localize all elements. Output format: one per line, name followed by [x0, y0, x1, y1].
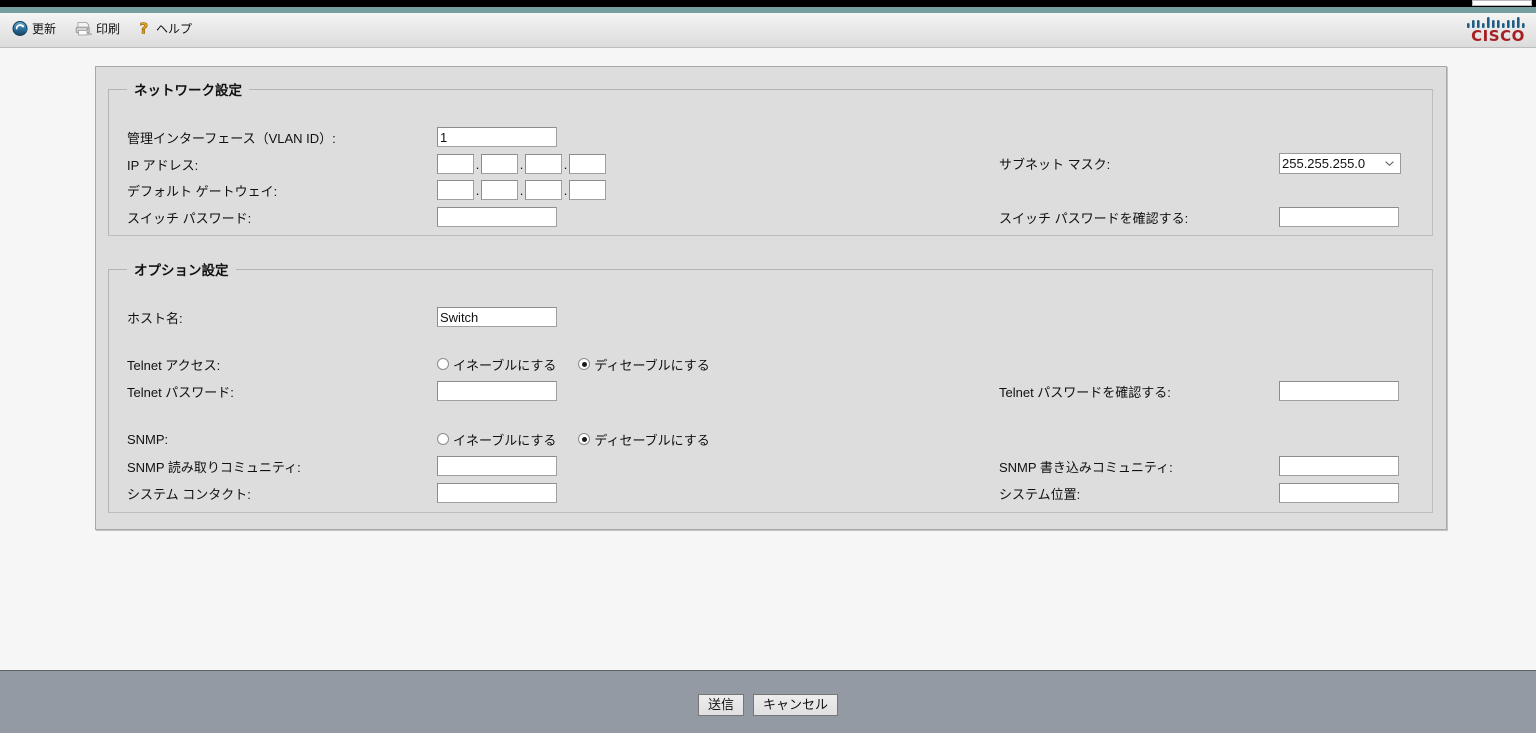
cisco-wordmark: CISCO: [1471, 27, 1525, 45]
ip-octet-1[interactable]: [437, 154, 474, 174]
settings-panel: ネットワーク設定 管理インターフェース（VLAN ID）: IP アドレス: .…: [95, 66, 1447, 530]
snmp-enable-option[interactable]: イネーブルにする: [437, 430, 556, 449]
telnet-access-row: Telnet アクセス: イネーブルにする ディセーブルにする: [127, 354, 710, 374]
telnet-enable-label: イネーブルにする: [453, 357, 557, 373]
ip-separator-2: .: [519, 156, 524, 172]
telnet-password-label: Telnet パスワード:: [127, 384, 234, 400]
telnet-enable-radio[interactable]: [437, 358, 449, 370]
snmp-radio-group: イネーブルにする ディセーブルにする: [437, 430, 710, 449]
snmp-enable-label: イネーブルにする: [453, 432, 557, 448]
refresh-icon: [12, 20, 29, 37]
help-label: ヘルプ: [156, 22, 193, 36]
telnet-password-input[interactable]: [437, 381, 557, 401]
ip-separator-3: .: [563, 156, 568, 172]
help-button[interactable]: ? ヘルプ: [136, 19, 194, 38]
gateway-octet-1[interactable]: [437, 180, 474, 200]
print-icon: [74, 20, 93, 37]
subnet-mask-select-wrap: 255.255.255.0: [1279, 152, 1401, 174]
hostname-input[interactable]: [437, 307, 557, 327]
browser-field-remnant: [1472, 0, 1532, 6]
ip-separator-1: .: [475, 156, 480, 172]
system-location-input[interactable]: [1279, 483, 1399, 503]
refresh-label: 更新: [32, 22, 57, 36]
system-contact-input[interactable]: [437, 483, 557, 503]
gateway-octet-2[interactable]: [481, 180, 518, 200]
help-icon: ?: [138, 19, 153, 38]
switch-password-confirm-input[interactable]: [1279, 207, 1399, 227]
telnet-disable-label: ディセーブルにする: [594, 357, 710, 373]
switch-config-page: 更新 印刷 ? ヘルプ CISCO ネットワーク設定 管理インターフェース（VL…: [0, 0, 1536, 733]
snmp-write-community-input[interactable]: [1279, 456, 1399, 476]
optional-settings-legend: オプション設定: [134, 263, 229, 278]
vlan-id-input[interactable]: [437, 127, 557, 147]
submit-button[interactable]: 送信: [697, 694, 744, 716]
telnet-access-radio-group: イネーブルにする ディセーブルにする: [437, 355, 710, 374]
ip-address-label: IP アドレス:: [127, 157, 199, 173]
subnet-mask-label: サブネット マスク:: [999, 156, 1111, 172]
system-contact-row: システム コンタクト:: [127, 483, 557, 503]
snmp-disable-label: ディセーブルにする: [594, 432, 710, 448]
toolbar-items: 更新 印刷 ? ヘルプ: [10, 19, 194, 38]
optional-settings-group: オプション設定 ホスト名: Telnet アクセス: イネーブルにする: [108, 259, 1433, 513]
vlan-label: 管理インターフェース（VLAN ID）:: [127, 130, 336, 146]
telnet-disable-option[interactable]: ディセーブルにする: [578, 355, 710, 374]
toolbar: 更新 印刷 ? ヘルプ CISCO: [0, 13, 1536, 48]
snmp-read-community-row: SNMP 読み取りコミュニティ:: [127, 456, 557, 476]
snmp-row: SNMP: イネーブルにする ディセーブルにする: [127, 429, 710, 449]
gateway-label: デフォルト ゲートウェイ:: [127, 183, 278, 199]
print-label: 印刷: [96, 22, 121, 36]
switch-password-row: スイッチ パスワード:: [127, 207, 557, 227]
network-settings-legend: ネットワーク設定: [134, 83, 242, 98]
cisco-logo: CISCO: [1462, 17, 1534, 49]
ip-octet-2[interactable]: [481, 154, 518, 174]
snmp-disable-radio[interactable]: [578, 433, 591, 445]
snmp-read-community-input[interactable]: [437, 456, 557, 476]
snmp-read-community-label: SNMP 読み取りコミュニティ:: [127, 459, 301, 475]
hostname-row: ホスト名:: [127, 307, 557, 327]
telnet-password-confirm-input[interactable]: [1279, 381, 1399, 401]
gateway-octet-4[interactable]: [569, 180, 606, 200]
hostname-label: ホスト名:: [127, 310, 183, 326]
ip-octet-3[interactable]: [525, 154, 562, 174]
svg-text:?: ?: [140, 20, 149, 37]
snmp-write-community-row: SNMP 書き込みコミュニティ:: [999, 456, 1399, 476]
switch-password-confirm-row: スイッチ パスワードを確認する:: [999, 207, 1399, 227]
system-location-label: システム位置:: [999, 486, 1081, 502]
refresh-button[interactable]: 更新: [10, 19, 58, 38]
telnet-disable-radio[interactable]: [578, 358, 591, 370]
snmp-label: SNMP:: [127, 431, 169, 447]
subnet-mask-select[interactable]: 255.255.255.0: [1279, 152, 1401, 174]
system-location-row: システム位置:: [999, 483, 1399, 503]
gateway-octet-3[interactable]: [525, 180, 562, 200]
telnet-password-confirm-label: Telnet パスワードを確認する:: [999, 384, 1171, 400]
subnet-mask-row: サブネット マスク: 255.255.255.0: [999, 152, 1401, 174]
telnet-password-row: Telnet パスワード:: [127, 381, 557, 401]
telnet-access-label: Telnet アクセス:: [127, 357, 221, 373]
content-area: ネットワーク設定 管理インターフェース（VLAN ID）: IP アドレス: .…: [0, 49, 1536, 670]
switch-password-input[interactable]: [437, 207, 557, 227]
snmp-enable-radio[interactable]: [437, 433, 449, 445]
cancel-button[interactable]: キャンセル: [753, 694, 839, 716]
footer-buttons: 送信 キャンセル: [0, 694, 1536, 716]
print-button[interactable]: 印刷: [72, 19, 122, 38]
network-settings-group: ネットワーク設定 管理インターフェース（VLAN ID）: IP アドレス: .…: [108, 79, 1433, 236]
snmp-disable-option[interactable]: ディセーブルにする: [578, 430, 710, 449]
switch-password-confirm-label: スイッチ パスワードを確認する:: [999, 210, 1189, 226]
telnet-enable-option[interactable]: イネーブルにする: [437, 355, 556, 374]
snmp-write-community-label: SNMP 書き込みコミュニティ:: [999, 459, 1173, 475]
browser-chrome-strip: [0, 0, 1536, 7]
gateway-separator-3: .: [563, 182, 568, 198]
gateway-separator-2: .: [519, 182, 524, 198]
ip-octet-4[interactable]: [569, 154, 606, 174]
switch-password-label: スイッチ パスワード:: [127, 210, 252, 226]
gateway-separator-1: .: [475, 182, 480, 198]
vlan-row: 管理インターフェース（VLAN ID）:: [127, 127, 557, 147]
ip-address-row: IP アドレス: . . .: [127, 154, 606, 174]
telnet-password-confirm-row: Telnet パスワードを確認する:: [999, 381, 1399, 401]
footer-bar: 送信 キャンセル: [0, 670, 1536, 733]
gateway-row: デフォルト ゲートウェイ: . . .: [127, 180, 606, 200]
system-contact-label: システム コンタクト:: [127, 486, 251, 502]
